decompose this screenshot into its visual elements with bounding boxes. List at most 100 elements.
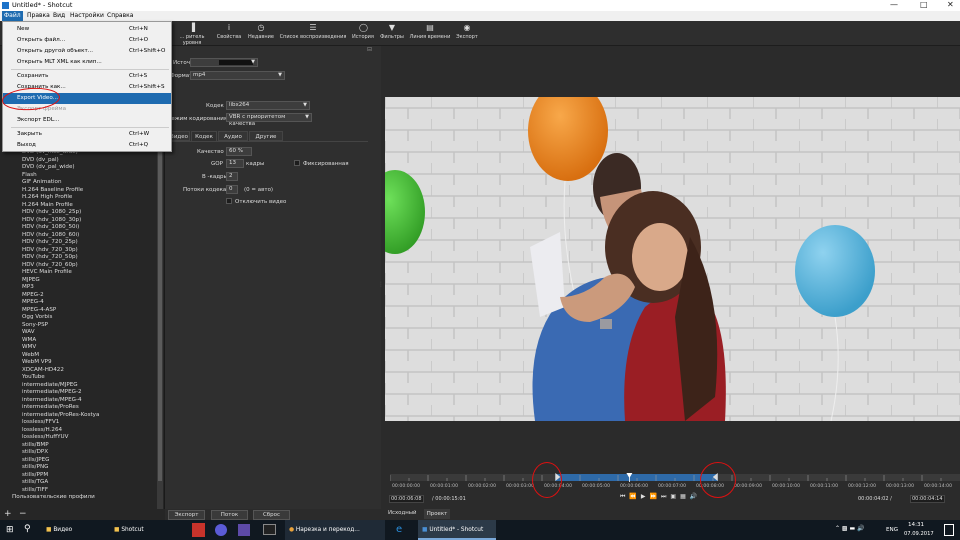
preset-item[interactable]: intermediate/ProRes-Kostya <box>6 412 156 420</box>
codec-select[interactable]: libx264 ▼ <box>226 101 310 110</box>
edge-icon[interactable]: e <box>396 524 402 536</box>
preset-item[interactable]: WebM VP9 <box>6 359 156 367</box>
file-menu-item[interactable]: Выход Ctrl+Q <box>3 140 171 151</box>
preset-item[interactable]: H.264 High Profile <box>6 194 156 202</box>
input-language[interactable]: ENG <box>886 527 898 533</box>
preset-item[interactable]: H.264 Baseline Profile <box>6 187 156 195</box>
add-preset-icon[interactable]: + <box>4 509 12 519</box>
source-select[interactable]: ▼ <box>190 58 258 67</box>
notifications-icon[interactable] <box>944 524 954 536</box>
minimize-icon[interactable]: — <box>890 0 898 9</box>
preset-item[interactable]: HDV (hdv_720_25p) <box>6 239 156 247</box>
preset-item[interactable]: HDV (hdv_720_50p) <box>6 254 156 262</box>
preset-item[interactable]: stills/BMP <box>6 442 156 450</box>
preset-item[interactable]: Пользовательские профили <box>6 494 156 502</box>
menu-settings[interactable]: Настройки <box>70 12 104 19</box>
preset-item[interactable]: WAV <box>6 329 156 337</box>
preset-item[interactable]: HDV (hdv_1080_30p) <box>6 217 156 225</box>
app-icon[interactable] <box>238 524 250 536</box>
toolbar-peak-meter[interactable]: ▐... ритель уровня <box>172 23 212 46</box>
preset-item[interactable]: stills/TGA <box>6 479 156 487</box>
app-icon[interactable] <box>215 524 227 536</box>
preset-item[interactable]: HEVC Main Profile <box>6 269 156 277</box>
preset-item[interactable]: Flash <box>6 172 156 180</box>
preset-item[interactable]: intermediate/MPEG-4 <box>6 397 156 405</box>
preset-item[interactable]: stills/JPEG <box>6 457 156 465</box>
tab-source[interactable]: Исходный <box>388 510 420 516</box>
play-icon[interactable]: ▶ <box>641 493 650 500</box>
preset-item[interactable]: intermediate/MPEG-2 <box>6 389 156 397</box>
file-menu-item[interactable]: New Ctrl+N <box>3 24 171 35</box>
preset-item[interactable]: MPEG-4-ASP <box>6 307 156 315</box>
preset-item[interactable]: WebM <box>6 352 156 360</box>
rewind-icon[interactable]: ⏪ <box>629 493 640 500</box>
tab-audio[interactable]: Аудио <box>218 131 248 141</box>
position-timecode[interactable]: 00:00:06:08 <box>389 495 424 503</box>
volume-icon[interactable]: 🔊 <box>690 493 701 500</box>
preset-item[interactable]: lossless/H.264 <box>6 427 156 435</box>
tab-codec[interactable]: Кодек <box>191 131 217 141</box>
toolbar-filters[interactable]: ▼ Фильтры <box>378 23 406 40</box>
toolbar-history[interactable]: ◯ История <box>349 23 377 40</box>
windows-start-icon[interactable]: ⊞ <box>6 525 14 535</box>
preset-item[interactable]: MP3 <box>6 284 156 292</box>
disable-video-checkbox[interactable] <box>226 198 232 204</box>
preset-item[interactable]: Ogg Vorbis <box>6 314 156 322</box>
taskbar-item-shotcut[interactable]: ■ Untitled* - Shotcut <box>418 520 496 540</box>
preset-item[interactable]: DVD (dv_pal) <box>6 157 156 165</box>
flash-app-icon[interactable] <box>192 523 205 537</box>
presets-scrollbar[interactable] <box>157 149 163 509</box>
file-menu-item[interactable]: Экспорт EDL... <box>3 115 171 126</box>
toolbar-timeline[interactable]: ▤ Линия времени <box>408 23 452 40</box>
file-menu-item[interactable]: Сохранить Ctrl+S <box>3 71 171 82</box>
preset-item[interactable]: MJPEG <box>6 277 156 285</box>
fast-forward-icon[interactable]: ⏩ <box>650 493 661 500</box>
menu-file[interactable]: Файл <box>2 11 23 21</box>
preset-item[interactable]: H.264 Main Profile <box>6 202 156 210</box>
menu-edit[interactable]: Правка <box>27 12 50 19</box>
stream-button[interactable]: Поток <box>211 510 248 520</box>
out-point-timecode[interactable]: 00:00:04:14 <box>910 495 945 503</box>
video-viewer[interactable] <box>385 97 960 421</box>
export-file-button[interactable]: Экспорт <box>168 510 205 520</box>
preset-item[interactable]: DVD (dv_pal_wide) <box>6 164 156 172</box>
menu-view[interactable]: Вид <box>53 12 65 19</box>
preset-item[interactable]: stills/DPX <box>6 449 156 457</box>
bframes-spinbox[interactable]: 2 <box>226 172 238 181</box>
toolbar-properties[interactable]: i Свойства <box>213 23 245 40</box>
reset-button[interactable]: Сброс <box>253 510 290 520</box>
preset-item[interactable]: XDCAM-HD422 <box>6 367 156 375</box>
preset-item[interactable]: GIF Animation <box>6 179 156 187</box>
preset-item[interactable]: WMA <box>6 337 156 345</box>
menu-help[interactable]: Справка <box>107 12 133 19</box>
panel-detach-icon[interactable]: ⊟ <box>367 46 372 53</box>
preset-item[interactable]: MPEG-2 <box>6 292 156 300</box>
taskbar-item-shotcut-folder[interactable]: ■ Shotcut <box>108 520 173 540</box>
preset-item[interactable]: HDV (hdv_1080_60i) <box>6 232 156 240</box>
scrollbar-thumb[interactable] <box>158 151 162 481</box>
file-menu-item[interactable]: Открыть другой объект... Ctrl+Shift+O <box>3 46 171 57</box>
splitter-handle-icon[interactable]: ⋮ <box>378 281 384 288</box>
taskbar-item-browser[interactable]: ● Нарезка и перекод... <box>285 520 385 540</box>
preset-item[interactable]: intermediate/MJPEG <box>6 382 156 390</box>
preset-item[interactable]: HDV (hdv_1080_25p) <box>6 209 156 217</box>
grid-icon[interactable]: ▦ <box>680 493 690 500</box>
format-select[interactable]: mp4 ▼ <box>190 71 285 80</box>
terminal-icon[interactable] <box>263 524 276 535</box>
gop-spinbox[interactable]: 13 <box>226 159 244 168</box>
scrub-ruler[interactable] <box>389 470 960 494</box>
tray-icons[interactable]: ⌃ ▩ ▬ 🔊 <box>835 525 865 532</box>
toggle-zoom-icon[interactable]: ▣ <box>670 493 680 500</box>
preset-item[interactable]: lossless/FFV1 <box>6 419 156 427</box>
preset-item[interactable]: HDV (hdv_720_60p) <box>6 262 156 270</box>
tab-other[interactable]: Другие <box>249 131 283 141</box>
preset-item[interactable]: stills/PNG <box>6 464 156 472</box>
fixed-gop-checkbox[interactable] <box>294 160 300 166</box>
skip-previous-icon[interactable]: ⏮ <box>620 493 629 500</box>
toolbar-recent[interactable]: ◷ Недавние <box>246 23 276 40</box>
ratecontrol-select[interactable]: VBR с приоритетом качества ▼ <box>226 113 312 127</box>
preset-item[interactable]: HDV (hdv_720_30p) <box>6 247 156 255</box>
file-menu-item[interactable]: Открыть файл... Ctrl+O <box>3 35 171 46</box>
preset-item[interactable]: MPEG-4 <box>6 299 156 307</box>
maximize-icon[interactable]: □ <box>920 0 928 9</box>
